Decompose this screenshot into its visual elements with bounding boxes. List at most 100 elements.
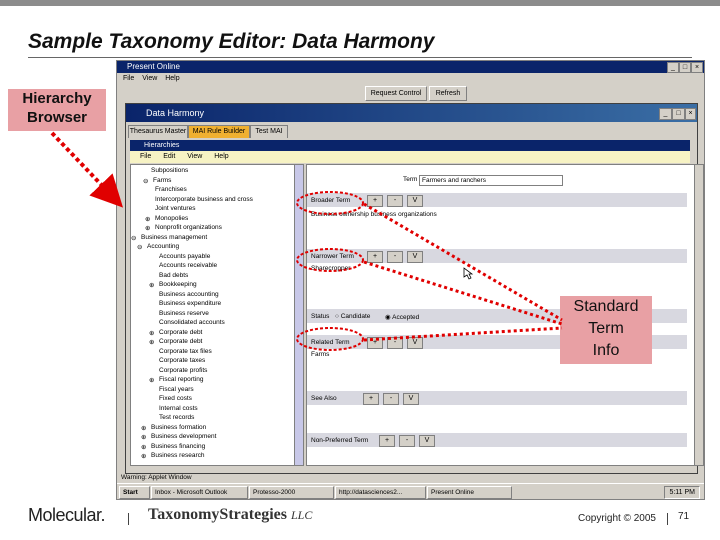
maximize-icon[interactable]: □ — [679, 62, 691, 73]
submenu-edit[interactable]: Edit — [163, 153, 175, 160]
tree-item[interactable]: Corporate tax files — [159, 348, 212, 355]
tab-thesaurus-master[interactable]: Thesaurus Master — [128, 125, 188, 138]
broader-term-row: Broader Term + - V — [307, 193, 687, 207]
candidate-radio[interactable]: ○ Candidate — [335, 313, 370, 320]
tree-item[interactable]: Business expenditure — [159, 300, 221, 307]
tree-item[interactable]: Subpositions — [151, 167, 188, 174]
tree-expander-icon[interactable]: ⊖ — [137, 243, 142, 251]
request-control-button[interactable]: Request Control — [365, 86, 427, 101]
tree-item[interactable]: Farms — [153, 177, 171, 184]
tree-item[interactable]: Business financing — [151, 443, 205, 450]
submenu-file[interactable]: File — [140, 153, 151, 160]
broader-view-button[interactable]: V — [407, 195, 423, 207]
narrower-view-button[interactable]: V — [407, 251, 423, 263]
footer-separator-2 — [667, 513, 668, 525]
tree-item[interactable]: Business reserve — [159, 310, 209, 317]
tree-item[interactable]: Fiscal years — [159, 386, 194, 393]
broader-remove-button[interactable]: - — [387, 195, 403, 207]
tree-item[interactable]: Bookkeeping — [159, 281, 197, 288]
broader-add-button[interactable]: + — [367, 195, 383, 207]
close-icon[interactable]: × — [691, 62, 703, 73]
menu-file[interactable]: File — [123, 75, 134, 82]
term-panel-scrollbar[interactable] — [694, 164, 704, 466]
start-button[interactable]: Start — [119, 486, 150, 499]
task-outlook[interactable]: Inbox - Microsoft Outlook — [151, 486, 248, 499]
related-add-button[interactable]: + — [367, 337, 383, 349]
submenu-view[interactable]: View — [187, 153, 202, 160]
narrower-add-button[interactable]: + — [367, 251, 383, 263]
tree-item[interactable]: Business accounting — [159, 291, 219, 298]
tree-item[interactable]: Accounts receivable — [159, 262, 217, 269]
tree-item[interactable]: Corporate profits — [159, 367, 207, 374]
inner-title-text: Data Harmony — [146, 108, 205, 118]
tree-item[interactable]: Business management — [141, 234, 207, 241]
nonpref-add-button[interactable]: + — [379, 435, 395, 447]
tree-expander-icon[interactable]: ⊕ — [145, 215, 150, 223]
see-also-remove-button[interactable]: - — [383, 393, 399, 405]
refresh-button[interactable]: Refresh — [429, 86, 467, 101]
hierarchy-tree[interactable]: Subpositions ⊖ Farms Franchises Intercorpora… — [130, 164, 296, 466]
tree-item[interactable]: Nonprofit organizations — [155, 224, 222, 231]
tab-mai-rule-builder[interactable]: MAI Rule Builder — [188, 125, 250, 138]
tree-item[interactable]: Joint ventures — [155, 205, 195, 212]
narrower-remove-button[interactable]: - — [387, 251, 403, 263]
outer-title-bar: Present Online — [117, 61, 704, 73]
windows-taskbar: Start Inbox - Microsoft Outlook Protesso… — [117, 483, 704, 499]
minimize-icon[interactable]: _ — [667, 62, 679, 73]
tab-test-mai[interactable]: Test MAI — [250, 125, 288, 138]
tree-expander-icon[interactable]: ⊕ — [149, 281, 154, 289]
see-also-view-button[interactable]: V — [403, 393, 419, 405]
tree-expander-icon[interactable]: ⊖ — [131, 234, 136, 242]
see-also-label: See Also — [311, 395, 337, 402]
tree-item[interactable]: Corporate debt — [159, 338, 202, 345]
menu-view[interactable]: View — [142, 75, 157, 82]
tree-scrollbar[interactable] — [294, 164, 304, 466]
tree-item[interactable]: Accounts payable — [159, 253, 210, 260]
tree-item[interactable]: Bad debts — [159, 272, 188, 279]
related-view-button[interactable]: V — [407, 337, 423, 349]
tree-item[interactable]: Fixed costs — [159, 395, 192, 402]
tree-expander-icon[interactable]: ⊕ — [149, 376, 154, 384]
see-also-add-button[interactable]: + — [363, 393, 379, 405]
inner-title-bar: Data Harmony — [126, 104, 697, 122]
tree-item[interactable]: Corporate taxes — [159, 357, 205, 364]
tree-item[interactable]: Franchises — [155, 186, 187, 193]
tree-item[interactable]: Monopolies — [155, 215, 188, 222]
submenu-help[interactable]: Help — [214, 153, 228, 160]
tree-expander-icon[interactable]: ⊖ — [143, 177, 148, 185]
term-field[interactable]: Farmers and ranchers — [419, 175, 563, 186]
tree-item[interactable]: Internal costs — [159, 405, 198, 412]
std-callout-line-1: Standard — [573, 298, 639, 315]
inner-maximize-icon[interactable]: □ — [672, 108, 685, 120]
standard-term-info-callout: Standard Term Info — [560, 296, 652, 364]
menu-help[interactable]: Help — [165, 75, 179, 82]
nonpref-view-button[interactable]: V — [419, 435, 435, 447]
tree-item[interactable]: Accounting — [147, 243, 179, 250]
tree-item[interactable]: Consolidated accounts — [159, 319, 225, 326]
tree-expander-icon[interactable]: ⊕ — [141, 443, 146, 451]
accepted-radio[interactable]: ◉ Accepted — [385, 313, 419, 321]
inner-close-icon[interactable]: × — [685, 108, 696, 120]
tree-item[interactable]: Intercorporate business and cross — [155, 196, 253, 203]
task-protesso[interactable]: Protesso-2000 — [249, 486, 334, 499]
tree-expander-icon[interactable]: ⊕ — [149, 338, 154, 346]
tree-item[interactable]: Business development — [151, 433, 216, 440]
tree-expander-icon[interactable]: ⊕ — [149, 329, 154, 337]
tree-expander-icon[interactable]: ⊕ — [141, 433, 146, 441]
nonpref-remove-button[interactable]: - — [399, 435, 415, 447]
tree-item[interactable]: Business research — [151, 452, 204, 459]
task-present-online[interactable]: Present Online — [427, 486, 512, 499]
inner-minimize-icon[interactable]: _ — [659, 108, 672, 120]
tree-expander-icon[interactable]: ⊕ — [141, 452, 146, 460]
tree-item[interactable]: Test records — [159, 414, 194, 421]
status-text: Warning: Applet Window — [121, 474, 192, 481]
tree-expander-icon[interactable]: ⊕ — [145, 224, 150, 232]
related-remove-button[interactable]: - — [387, 337, 403, 349]
tree-item[interactable]: Fiscal reporting — [159, 376, 203, 383]
tree-item[interactable]: Business formation — [151, 424, 206, 431]
candidate-label: Candidate — [340, 313, 371, 320]
tree-expander-icon[interactable]: ⊕ — [141, 424, 146, 432]
title-underline — [28, 57, 692, 58]
tree-item[interactable]: Corporate debt — [159, 329, 202, 336]
task-browser[interactable]: http://datasciences2... — [335, 486, 426, 499]
